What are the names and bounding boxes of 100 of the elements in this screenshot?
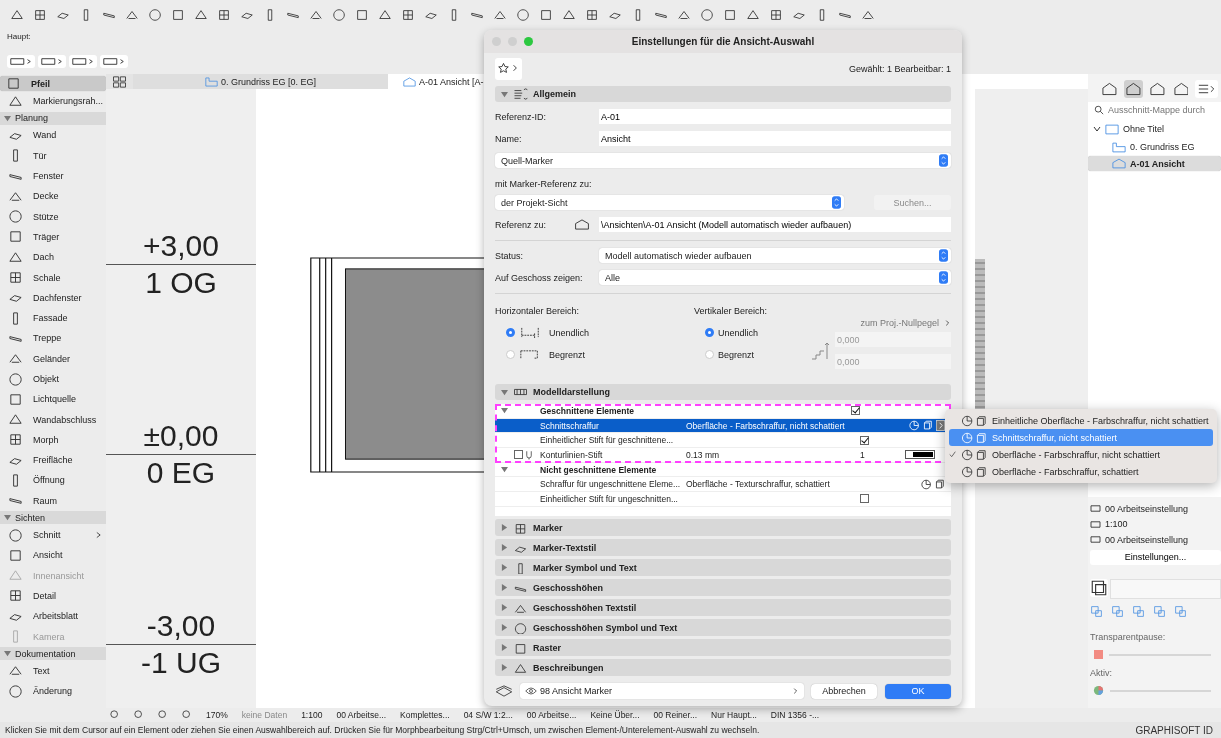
setting-label[interactable]: Einheitlicher Stift für geschnittene... — [540, 435, 686, 446]
section-header[interactable]: Raster — [495, 639, 951, 656]
reference-id-field[interactable]: A-01 — [599, 109, 951, 124]
status-control[interactable]: 170% — [206, 710, 228, 720]
menu-item[interactable]: Oberfläche - Farbschraffur, nicht schattiert — [949, 446, 1213, 463]
section-header[interactable]: Beschreibungen — [495, 659, 951, 676]
pen-number[interactable]: 1 — [860, 449, 865, 460]
status-dropdown[interactable]: Modell automatisch wieder aufbauen — [599, 248, 951, 263]
status-control[interactable]: Keine Über... — [590, 710, 640, 720]
toolbar-icon[interactable] — [585, 8, 599, 22]
tool-button-icon[interactable] — [38, 55, 66, 68]
checkbox[interactable] — [514, 450, 523, 460]
section-header[interactable]: Marker Symbol und Text — [495, 559, 951, 576]
search-field[interactable]: Ausschnitt-Mappe durch — [1088, 102, 1221, 117]
tool-button-icon[interactable] — [69, 55, 97, 68]
setting-value[interactable]: Oberfläche - Farbschraffur, nicht schattiert — [686, 420, 845, 431]
tool-item[interactable]: Objekt — [0, 368, 106, 390]
reference-target-dropdown[interactable]: der Projekt-Sicht — [495, 195, 844, 210]
tool-item[interactable]: Änderung — [0, 681, 106, 702]
story-dropdown[interactable]: Alle — [599, 270, 951, 285]
toolbar-icon[interactable] — [723, 8, 737, 22]
settings-button[interactable]: Einstellungen... — [1090, 549, 1221, 565]
tool-item[interactable]: Treppe — [0, 328, 106, 349]
name-field[interactable]: Ansicht — [599, 131, 951, 146]
radio-label[interactable]: Unendlich — [718, 327, 759, 338]
toolbar-icon[interactable] — [700, 8, 714, 22]
grid-icon[interactable] — [112, 75, 127, 88]
tool-item[interactable]: Stütze — [0, 206, 106, 227]
disclosure-icon[interactable] — [1093, 125, 1101, 133]
toolbar-icon[interactable] — [309, 8, 323, 22]
house-icon[interactable] — [1123, 80, 1143, 98]
setting-label[interactable]: Einheitlicher Stift für ungeschnitten... — [540, 493, 686, 504]
toolbar-icon[interactable] — [148, 8, 162, 22]
toolbox-section-header[interactable]: Planung — [0, 111, 106, 125]
toolbar-icon[interactable] — [332, 8, 346, 22]
setting-value[interactable]: 0.13 mm — [686, 449, 720, 460]
view-tab[interactable]: 0. Grundriss EG [0. EG] — [133, 74, 388, 89]
section-header[interactable]: Geschosshöhen — [495, 579, 951, 596]
toolbar-icon[interactable] — [493, 8, 507, 22]
toolbar-icon[interactable] — [677, 8, 691, 22]
tool-item[interactable]: Morph — [0, 429, 106, 451]
reference-field[interactable]: \Ansichten\A-01 Ansicht (Modell automatisch wieder aufbauen) — [599, 217, 951, 232]
zoom-icon[interactable] — [158, 710, 168, 720]
tool-item[interactable]: Detail — [0, 585, 106, 607]
tool-item[interactable]: Schnitt — [0, 524, 106, 546]
favorites-button[interactable] — [495, 58, 522, 80]
radio-label[interactable]: Begrenzt — [549, 349, 586, 360]
chevron-icon[interactable] — [943, 319, 951, 327]
status-control[interactable]: 1:100 — [301, 710, 323, 720]
toolbar-icon[interactable] — [516, 8, 530, 22]
toolbar-icon[interactable] — [539, 8, 553, 22]
section-header[interactable]: Marker-Textstil — [495, 539, 951, 556]
layers-icon[interactable] — [1090, 578, 1108, 597]
toolbox-section-header[interactable]: Dokumentation — [0, 647, 106, 661]
menu-item[interactable]: Einheitliche Oberfläche - Farbschraffur, nicht schattiert — [949, 412, 1213, 429]
tool-item[interactable]: Ansicht — [0, 545, 106, 566]
tool-item[interactable]: Fassade — [0, 307, 106, 329]
status-control[interactable]: 04 S/W 1:2... — [463, 710, 513, 720]
zoom-icon[interactable] — [182, 710, 192, 720]
setting-value[interactable]: Oberfläche - Texturschraffur, schattiert — [686, 479, 830, 490]
tool-item[interactable]: Geländer — [0, 348, 106, 369]
caret-icon[interactable] — [501, 407, 508, 415]
checkbox[interactable] — [860, 494, 869, 504]
tool-item[interactable]: Tür — [0, 145, 106, 166]
toolbar-icon[interactable] — [861, 8, 875, 22]
tool-item[interactable]: Dachfenster — [0, 287, 106, 308]
caret-icon[interactable] — [501, 466, 508, 474]
pie-icon[interactable] — [1093, 685, 1104, 696]
house-icon[interactable] — [1147, 80, 1167, 98]
tool-item[interactable]: Fenster — [0, 165, 106, 187]
setting-label[interactable]: Schraffur für ungeschnittene Eleme... — [540, 479, 686, 490]
checkbox[interactable] — [851, 406, 860, 416]
tool-item[interactable]: Träger — [0, 226, 106, 248]
checkbox[interactable] — [860, 435, 869, 445]
section-header[interactable]: Geschosshöhen Symbol und Text — [495, 619, 951, 636]
status-control[interactable]: 00 Reiner... — [653, 710, 698, 720]
radio-label[interactable]: Begrenzt — [718, 349, 755, 360]
zoom-icon[interactable] — [110, 710, 120, 720]
zoom-icon[interactable] — [134, 710, 144, 720]
toolbar-icon[interactable] — [378, 8, 392, 22]
toolbar-icon[interactable] — [769, 8, 783, 22]
dialog-button[interactable]: OK — [885, 683, 951, 699]
tree-item[interactable]: Ohne Titel — [1088, 120, 1221, 138]
menu-icon[interactable] — [1195, 80, 1218, 98]
tool-item[interactable]: Wandabschluss — [0, 409, 106, 430]
setting-label[interactable]: Schnittschraffur — [540, 420, 686, 431]
house-icon[interactable] — [1171, 80, 1191, 98]
section-header[interactable]: Marker — [495, 519, 951, 536]
tool-item[interactable]: Decke — [0, 186, 106, 207]
layer-dropdown[interactable]: 98 Ansicht Marker — [520, 683, 804, 699]
section-header[interactable]: Modelldarstellung — [495, 384, 951, 400]
tree-item[interactable]: A-01 Ansicht — [1088, 156, 1221, 171]
tool-button-icon[interactable] — [100, 55, 128, 68]
tool-item[interactable]: Text — [0, 660, 106, 681]
tool-item[interactable]: Schale — [0, 267, 106, 288]
radio-button[interactable] — [705, 328, 714, 337]
pen-swatch[interactable] — [905, 450, 935, 460]
tool-item[interactable]: Markierungsrah... — [0, 91, 106, 112]
status-control[interactable]: Komplettes... — [400, 710, 450, 720]
toolbar-icon[interactable] — [125, 8, 139, 22]
